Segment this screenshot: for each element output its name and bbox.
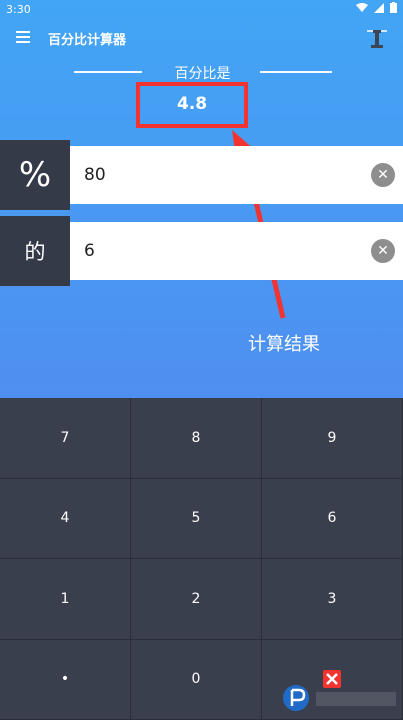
percent-value: 80 bbox=[84, 165, 106, 185]
key-2[interactable]: 2 bbox=[131, 559, 262, 640]
key-0[interactable]: 0 bbox=[131, 639, 262, 720]
key-9[interactable]: 9 bbox=[262, 398, 403, 479]
key-7[interactable]: 7 bbox=[0, 398, 131, 479]
key-4[interactable]: 4 bbox=[0, 478, 131, 559]
base-label: 的 bbox=[0, 216, 70, 286]
base-input[interactable]: 6 ✕ bbox=[70, 222, 403, 280]
key-5[interactable]: 5 bbox=[131, 478, 262, 559]
clear-percent-button[interactable]: ✕ bbox=[371, 163, 395, 187]
watermark-logo bbox=[283, 685, 396, 711]
key-1[interactable]: 1 bbox=[0, 559, 131, 640]
key-6[interactable]: 6 bbox=[262, 478, 403, 559]
close-icon: ✕ bbox=[377, 243, 389, 259]
percent-row: % 80 ✕ bbox=[0, 140, 403, 210]
annotation-text: 计算结果 bbox=[248, 334, 320, 355]
clear-base-button[interactable]: ✕ bbox=[371, 239, 395, 263]
base-value: 6 bbox=[84, 241, 95, 261]
key-dot[interactable]: • bbox=[0, 639, 131, 720]
key-8[interactable]: 8 bbox=[131, 398, 262, 479]
percent-label: % bbox=[0, 140, 70, 210]
base-row: 的 6 ✕ bbox=[0, 216, 403, 286]
percent-input[interactable]: 80 ✕ bbox=[70, 146, 403, 204]
close-icon: ✕ bbox=[377, 167, 389, 183]
key-3[interactable]: 3 bbox=[262, 559, 403, 640]
